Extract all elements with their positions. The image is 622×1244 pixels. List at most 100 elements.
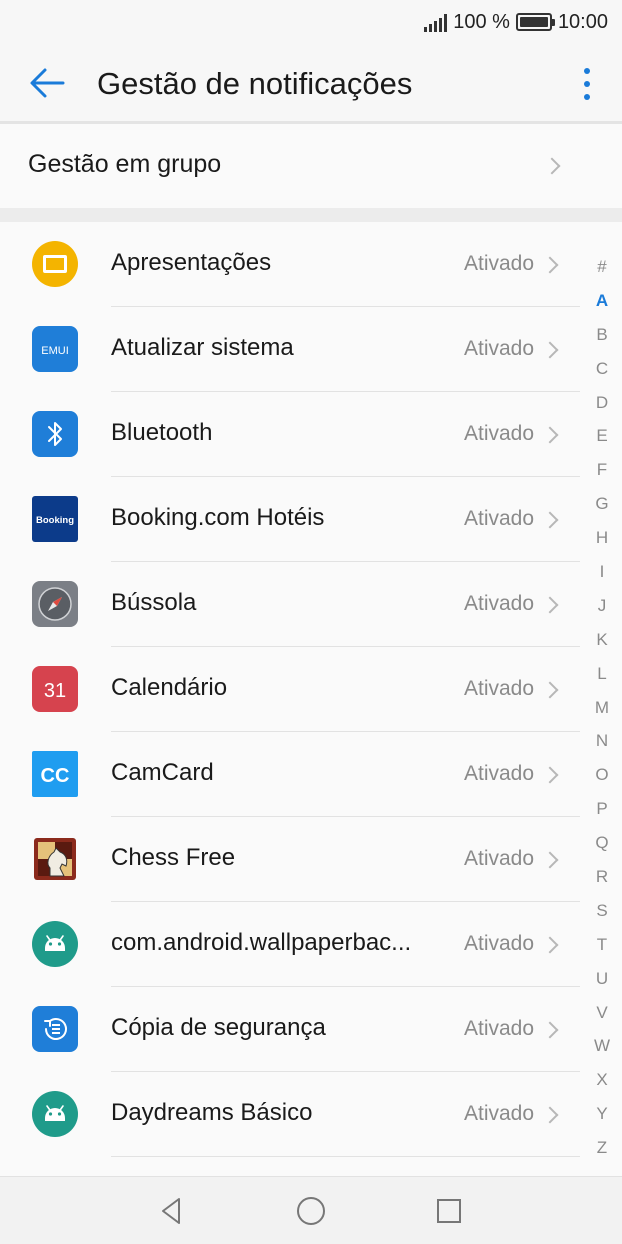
app-row-atualizar-sistema[interactable]: EMUI Atualizar sistema Ativado	[0, 307, 580, 392]
app-state: Ativado	[464, 337, 535, 360]
alphabet-index-letter[interactable]: T	[597, 928, 607, 962]
alphabet-index-letter[interactable]: N	[596, 724, 608, 758]
svg-text:CC: CC	[41, 765, 70, 787]
app-state: Ativado	[464, 422, 535, 445]
alphabet-index-letter[interactable]: K	[596, 623, 607, 657]
app-state: Ativado	[464, 1017, 535, 1040]
battery-icon	[515, 13, 555, 31]
nav-back-button[interactable]	[152, 1191, 192, 1231]
app-state: Ativado	[464, 847, 535, 870]
alphabet-index-letter[interactable]: L	[597, 657, 606, 691]
svg-text:Booking: Booking	[36, 515, 74, 526]
status-bar: 100 % 10:00	[0, 0, 622, 44]
app-state: Ativado	[464, 252, 535, 275]
camcard-icon: CC	[32, 751, 78, 797]
chevron-right-icon	[541, 1106, 559, 1124]
app-name: Atualizar sistema	[111, 334, 294, 361]
emui-icon: EMUI	[32, 326, 78, 372]
alphabet-index-letter[interactable]: Z	[597, 1131, 607, 1165]
app-name: Chess Free	[111, 844, 236, 871]
alphabet-index-letter[interactable]: W	[594, 1029, 610, 1063]
alphabet-index-letter[interactable]: E	[596, 419, 607, 453]
alphabet-index-letter[interactable]: #	[597, 250, 606, 284]
app-row-apresentacoes[interactable]: Apresentações Ativado	[0, 222, 580, 307]
alphabet-index-letter[interactable]: C	[596, 352, 608, 386]
app-name: com.android.wallpaperbac...	[111, 929, 412, 956]
alphabet-index-letter[interactable]: M	[595, 691, 609, 725]
battery-percentage: 100 %	[453, 10, 510, 33]
alphabet-index-letter[interactable]: U	[596, 962, 608, 996]
nav-recents-button[interactable]	[429, 1191, 469, 1231]
alphabet-index-letter[interactable]: G	[595, 487, 608, 521]
chevron-right-icon	[541, 766, 559, 784]
alphabet-index-letter[interactable]: I	[600, 555, 605, 589]
app-name: Bússola	[111, 589, 197, 616]
alphabet-index-letter[interactable]: X	[596, 1063, 607, 1097]
app-row-chess-free[interactable]: Chess Free Ativado	[0, 817, 580, 902]
app-row-bluetooth[interactable]: Bluetooth Ativado	[0, 392, 580, 477]
alphabet-index-letter[interactable]: Q	[595, 826, 608, 860]
calendar-icon: 31	[32, 666, 78, 712]
chevron-right-icon	[541, 256, 559, 274]
alphabet-index-letter[interactable]: A	[596, 284, 608, 318]
app-row-camcard[interactable]: CC CamCard Ativado	[0, 732, 580, 817]
app-row-booking[interactable]: Booking Booking.com Hotéis Ativado	[0, 477, 580, 562]
alphabet-index-letter[interactable]: B	[596, 318, 607, 352]
clock: 10:00	[557, 10, 608, 33]
back-button[interactable]	[24, 62, 70, 104]
app-row-partial[interactable]	[0, 1157, 580, 1176]
chevron-right-icon	[541, 851, 559, 869]
alphabet-index-letter[interactable]: H	[596, 521, 608, 555]
chess-icon	[34, 838, 76, 880]
chevron-right-icon	[541, 511, 559, 529]
app-state: Ativado	[464, 932, 535, 955]
chevron-right-icon	[541, 936, 559, 954]
app-row-copia-de-seguranca[interactable]: Cópia de segurança Ativado	[0, 987, 580, 1072]
app-state: Ativado	[464, 677, 535, 700]
svg-text:31: 31	[44, 680, 66, 702]
navigation-bar	[0, 1176, 622, 1244]
alphabet-index-letter[interactable]: F	[597, 453, 607, 487]
svg-text:EMUI: EMUI	[41, 345, 69, 357]
app-state: Ativado	[464, 1102, 535, 1125]
alphabet-index-letter[interactable]: J	[598, 589, 607, 623]
alphabet-index-letter[interactable]: Y	[596, 1097, 607, 1131]
app-row-wallpaperbackup[interactable]: com.android.wallpaperbac... Ativado	[0, 902, 580, 987]
compass-icon	[32, 581, 78, 627]
app-state: Ativado	[464, 762, 535, 785]
app-row-daydreams[interactable]: Daydreams Básico Ativado	[0, 1072, 580, 1157]
group-management-label: Gestão em grupo	[28, 150, 222, 178]
status-indicators: 100 % 10:00	[424, 8, 608, 36]
arrow-left-icon	[30, 68, 65, 98]
app-row-calendario[interactable]: 31 Calendário Ativado	[0, 647, 580, 732]
app-name: Daydreams Básico	[111, 1099, 313, 1126]
app-row-bussola[interactable]: Bússola Ativado	[0, 562, 580, 647]
chevron-right-icon	[541, 341, 559, 359]
more-options-button[interactable]	[572, 62, 602, 106]
alphabet-index-letter[interactable]: D	[596, 386, 608, 420]
alphabet-index-letter[interactable]: S	[596, 894, 607, 928]
chevron-right-icon	[541, 1021, 559, 1039]
group-management-row[interactable]: Gestão em grupo	[0, 124, 622, 208]
chevron-right-icon	[541, 596, 559, 614]
app-state: Ativado	[464, 507, 535, 530]
app-list: Apresentações Ativado EMUI Atualizar sis…	[0, 222, 622, 1176]
app-bar: Gestão de notificações	[0, 44, 622, 122]
backup-icon	[32, 1006, 78, 1052]
alphabet-index-letter[interactable]: P	[596, 792, 607, 826]
app-name: CamCard	[111, 759, 214, 786]
bluetooth-icon	[32, 411, 78, 457]
nav-home-button[interactable]	[291, 1191, 331, 1231]
slides-icon	[32, 241, 78, 287]
chevron-right-icon	[541, 426, 559, 444]
alphabet-index-letter[interactable]: V	[596, 996, 607, 1030]
section-divider	[0, 208, 622, 222]
alphabet-index-letter[interactable]: O	[595, 758, 608, 792]
alphabet-index-letter[interactable]: R	[596, 860, 608, 894]
nav-recents-square-icon	[437, 1199, 461, 1223]
app-name: Booking.com Hotéis	[111, 504, 325, 531]
chevron-right-icon	[541, 681, 559, 699]
nav-back-triangle-icon	[162, 1198, 180, 1224]
app-name: Calendário	[111, 674, 228, 701]
alphabet-index[interactable]: # A B C D E F G H I J K L M N O P Q R S T U V W X Y Z	[582, 250, 622, 1165]
